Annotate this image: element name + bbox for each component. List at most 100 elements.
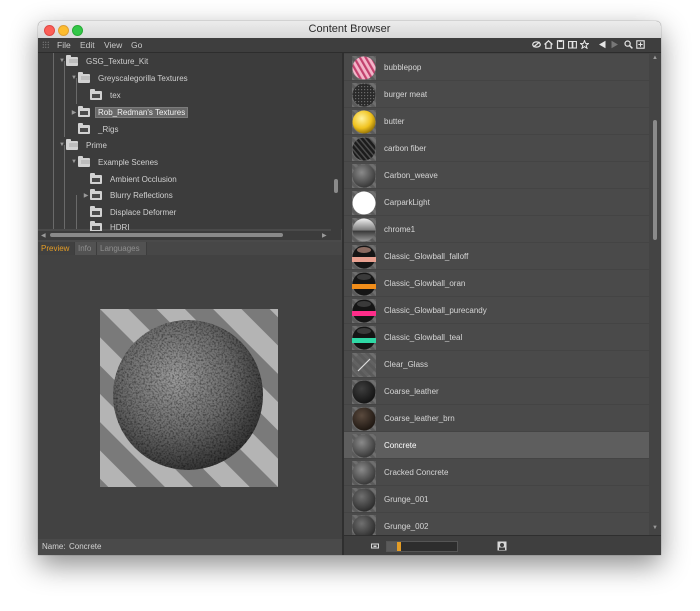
material-item[interactable]: Cracked Concrete: [344, 458, 649, 485]
collapse-arrow-icon[interactable]: ▼: [70, 75, 78, 81]
menu-grip-icon[interactable]: [42, 41, 50, 49]
thumbnail-size-slider[interactable]: [386, 541, 458, 552]
material-item[interactable]: Classic_Glowball_purecandy: [344, 296, 649, 323]
star-icon[interactable]: [580, 40, 589, 49]
list-vertical-scrollbar[interactable]: ▲ ▼: [649, 53, 661, 535]
tab-info[interactable]: Info: [75, 242, 97, 255]
small-thumbnail-icon[interactable]: [371, 542, 379, 550]
name-bar: Name: Concrete: [38, 539, 342, 555]
material-item-label: Classic_Glowball_teal: [384, 333, 463, 342]
material-item[interactable]: butter: [344, 107, 649, 134]
tree-item-rigs[interactable]: _Rigs: [70, 121, 120, 137]
scroll-up-icon[interactable]: ▲: [652, 55, 658, 61]
tree-guide-line: [64, 145, 65, 229]
material-item-label: Classic_Glowball_purecandy: [384, 306, 487, 315]
tree-item-tex[interactable]: tex: [82, 87, 123, 103]
tree-item-example-scenes[interactable]: ▼ Example Scenes: [70, 154, 160, 170]
tree-item-displace-deformer[interactable]: Displace Deformer: [82, 204, 178, 220]
tree-item-greyscalegorilla-textures[interactable]: ▼ Greyscalegorilla Textures: [70, 70, 190, 86]
folder-tree: ▼ GSG_Texture_Kit ▼ Greyscalegorilla Tex…: [38, 53, 342, 232]
tree-guide-line: [76, 195, 77, 229]
material-item[interactable]: CarparkLight: [344, 188, 649, 215]
tree-item-label: tex: [110, 90, 121, 100]
scroll-down-icon[interactable]: ▼: [652, 525, 658, 531]
material-item[interactable]: Classic_Glowball_teal: [344, 323, 649, 350]
scroll-right-icon[interactable]: ▶: [322, 232, 327, 239]
folder-open-icon: [78, 71, 90, 83]
material-item-label: chrome1: [384, 225, 416, 234]
material-thumbnail: [352, 218, 376, 242]
material-item[interactable]: Clear_Glass: [344, 350, 649, 377]
content-browser-window: Content Browser File Edit View Go ▼ GSG_…: [38, 21, 661, 555]
folder-open-icon: [78, 155, 90, 167]
tree-item-rob-redmans-textures[interactable]: ▶ Rob_Redman's Textures: [70, 104, 189, 120]
expand-arrow-icon[interactable]: ▶: [82, 192, 90, 199]
material-item[interactable]: Coarse_leather: [344, 377, 649, 404]
link-icon[interactable]: [532, 40, 541, 49]
tree-item-label: Rob_Redman's Textures: [94, 106, 189, 118]
material-item[interactable]: Concrete: [344, 431, 649, 458]
forward-icon[interactable]: [610, 40, 619, 49]
material-thumbnail: [352, 515, 376, 535]
collapse-arrow-icon[interactable]: ▼: [58, 142, 66, 148]
window-title: Content Browser: [308, 23, 391, 35]
list-vertical-scroll-thumb[interactable]: [653, 120, 657, 240]
tree-item-label: Displace Deformer: [110, 207, 177, 217]
back-icon[interactable]: [598, 40, 607, 49]
bottom-toolbar: [344, 535, 661, 555]
tree-item-label: Blurry Reflections: [110, 190, 173, 200]
material-item[interactable]: chrome1: [344, 215, 649, 242]
material-thumbnail: [352, 326, 376, 350]
menu-file[interactable]: File: [57, 38, 71, 52]
tab-preview[interactable]: Preview: [38, 242, 75, 255]
material-item[interactable]: Carbon_weave: [344, 161, 649, 188]
material-item[interactable]: bubblepop: [344, 53, 649, 80]
material-preview-image: [100, 309, 278, 487]
folder-icon: [90, 172, 102, 184]
file-icon[interactable]: [556, 40, 565, 49]
material-item[interactable]: burger meat: [344, 80, 649, 107]
material-thumbnail: [352, 56, 376, 80]
material-item-label: Classic_Glowball_falloff: [384, 252, 469, 261]
slider-knob[interactable]: [397, 542, 401, 551]
tree-item-gsg-texture-kit[interactable]: ▼ GSG_Texture_Kit: [58, 53, 150, 69]
material-item[interactable]: Classic_Glowball_falloff: [344, 242, 649, 269]
material-thumbnail: [352, 272, 376, 296]
material-item-label: Cracked Concrete: [384, 468, 449, 477]
material-item[interactable]: Grunge_002: [344, 512, 649, 535]
material-thumbnail: [352, 83, 376, 107]
tree-horizontal-scrollbar[interactable]: ◀ ▶: [38, 231, 341, 240]
large-thumbnail-icon[interactable]: [497, 541, 507, 551]
material-item-label: Clear_Glass: [384, 360, 429, 369]
material-item-label: Coarse_leather: [384, 387, 439, 396]
book-icon[interactable]: [568, 40, 577, 49]
tree-item-ambient-occlusion[interactable]: Ambient Occlusion: [82, 171, 179, 187]
tree-vertical-scroll-thumb[interactable]: [334, 179, 338, 193]
collapse-arrow-icon[interactable]: ▼: [70, 159, 78, 165]
material-item[interactable]: Classic_Glowball_oran: [344, 269, 649, 296]
menu-go[interactable]: Go: [131, 38, 142, 52]
name-label: Name:: [42, 542, 66, 551]
material-item[interactable]: carbon fiber: [344, 134, 649, 161]
material-item[interactable]: Coarse_leather_brn: [344, 404, 649, 431]
tab-languages[interactable]: Languages: [97, 242, 147, 255]
menu-view[interactable]: View: [104, 38, 122, 52]
material-thumbnail: [352, 245, 376, 269]
material-item[interactable]: Grunge_001: [344, 485, 649, 512]
tree-item-blurry-reflections[interactable]: ▶ Blurry Reflections: [82, 187, 175, 203]
menu-edit[interactable]: Edit: [80, 38, 95, 52]
search-icon[interactable]: [624, 40, 633, 49]
folder-icon: [90, 205, 102, 217]
scroll-left-icon[interactable]: ◀: [41, 232, 46, 239]
tree-item-prime[interactable]: ▼ Prime: [58, 137, 109, 153]
new-folder-icon[interactable]: [636, 40, 645, 49]
material-thumbnail: [352, 488, 376, 512]
collapse-arrow-icon[interactable]: ▼: [58, 58, 66, 64]
expand-arrow-icon[interactable]: ▶: [70, 109, 78, 116]
tree-vertical-scrollbar[interactable]: [331, 55, 341, 231]
material-item-label: CarparkLight: [384, 198, 430, 207]
home-icon[interactable]: [544, 40, 553, 49]
folder-open-icon: [66, 54, 78, 66]
tree-horizontal-scroll-thumb[interactable]: [50, 233, 283, 237]
name-value: Concrete: [69, 542, 102, 551]
